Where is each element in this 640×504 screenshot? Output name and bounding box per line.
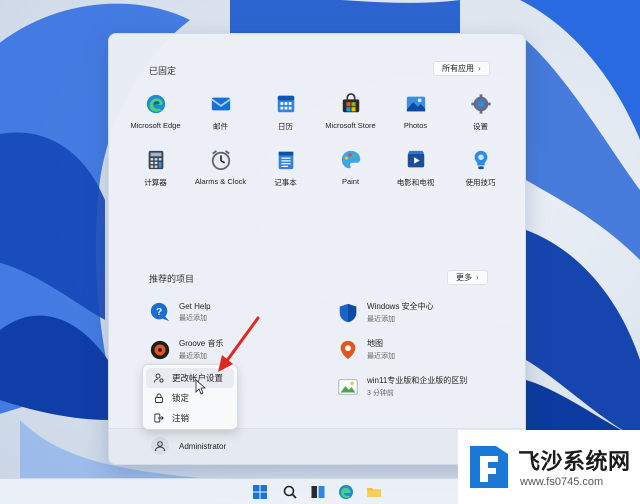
- menu-item-lock[interactable]: 锁定: [146, 388, 234, 408]
- recommended-item-groove-music[interactable]: Groove 音乐 最近添加: [149, 338, 223, 361]
- sign-out-icon: [154, 413, 164, 423]
- pinned-app-notepad[interactable]: 记事本: [253, 148, 318, 204]
- app-label: 邮件: [213, 122, 228, 131]
- settings-icon: [470, 94, 491, 114]
- pinned-app-photos[interactable]: Photos: [383, 92, 448, 148]
- pinned-app-calendar[interactable]: 日历: [253, 92, 318, 148]
- user-account-button[interactable]: Administrator: [151, 437, 226, 455]
- recommended-name: win11专业版和企业版的区别: [367, 376, 468, 385]
- recommended-subtitle: 最近添加: [367, 353, 395, 360]
- windows-start-icon[interactable]: [252, 484, 268, 500]
- menu-item-label: 更改帐户设置: [172, 373, 224, 383]
- pinned-app-store[interactable]: Microsoft Store: [318, 92, 383, 148]
- pinned-app-calculator[interactable]: 计算器: [123, 148, 188, 204]
- pinned-apps-grid: Microsoft Edge 邮件 日历 Microsoft Store Pho…: [123, 92, 513, 204]
- pinned-app-alarms[interactable]: Alarms & Clock: [188, 148, 253, 204]
- recommended-name: Get Help: [179, 301, 211, 311]
- pinned-app-edge[interactable]: Microsoft Edge: [123, 92, 188, 148]
- pinned-section-title: 已固定: [149, 66, 177, 76]
- account-settings-icon: [154, 373, 164, 383]
- recommended-name: Windows 安全中心: [367, 302, 434, 311]
- recommended-name: 地图: [367, 339, 383, 348]
- movies-icon: [407, 150, 424, 168]
- watermark-url: www.fs0745.com: [520, 476, 604, 488]
- menu-item-label: 锁定: [172, 393, 190, 403]
- account-context-menu: 更改帐户设置 锁定 注销: [142, 364, 238, 430]
- app-label: 计算器: [144, 178, 167, 187]
- recommended-item-maps[interactable]: 地图 最近添加: [337, 338, 395, 361]
- lock-icon: [155, 393, 163, 403]
- maps-icon: [340, 340, 356, 359]
- recommended-subtitle: 最近添加: [367, 316, 395, 323]
- recommended-name: Groove 音乐: [179, 339, 224, 348]
- app-label: Microsoft Edge: [130, 121, 181, 130]
- recommended-subtitle: 3 分钟前: [367, 390, 394, 397]
- recommended-subtitle: 最近添加: [179, 353, 207, 360]
- recommended-item-get-help[interactable]: ? Get Help 最近添加: [149, 301, 211, 323]
- app-label: 设置: [473, 122, 488, 131]
- avatar: [151, 437, 169, 455]
- task-view-icon[interactable]: [310, 484, 326, 500]
- app-label: Microsoft Store: [325, 121, 376, 130]
- user-name: Administrator: [179, 441, 227, 451]
- app-label: 电影和电视: [396, 178, 435, 187]
- photos-icon: [406, 96, 425, 112]
- calculator-icon: [148, 150, 163, 170]
- file-explorer-icon[interactable]: [366, 484, 382, 500]
- recommended-item-windows-security[interactable]: Windows 安全中心 最近添加: [337, 301, 434, 324]
- menu-item-label: 注销: [172, 413, 190, 423]
- app-label: 记事本: [274, 178, 297, 187]
- recommended-section-title: 推荐的项目: [149, 274, 195, 284]
- more-label: 更多: [456, 273, 472, 282]
- pinned-app-movies[interactable]: 电影和电视: [383, 148, 448, 204]
- user-icon: [155, 441, 165, 452]
- groove-music-icon: [150, 340, 170, 359]
- chevron-right-icon: ›: [478, 64, 481, 73]
- windows-security-icon: [339, 303, 357, 322]
- app-label: Photos: [403, 121, 428, 130]
- get-help-icon: ?: [150, 302, 170, 322]
- edge-taskbar-icon[interactable]: [338, 484, 354, 500]
- tips-icon: [474, 150, 487, 170]
- chevron-right-icon: ›: [476, 273, 479, 282]
- mail-icon: [210, 97, 231, 111]
- svg-text:?: ?: [156, 307, 162, 318]
- app-label: 使用技巧: [465, 178, 496, 187]
- pinned-app-tips[interactable]: 使用技巧: [448, 148, 513, 204]
- app-label: 日历: [278, 122, 293, 131]
- app-label: Paint: [341, 177, 360, 186]
- pinned-app-mail[interactable]: 邮件: [188, 92, 253, 148]
- menu-item-change-account-settings[interactable]: 更改帐户设置: [146, 368, 234, 388]
- recommended-subtitle: 最近添加: [179, 314, 207, 322]
- image-file-icon: [338, 378, 358, 395]
- pinned-app-paint[interactable]: Paint: [318, 148, 383, 204]
- clock-icon: [211, 150, 230, 171]
- pinned-app-settings[interactable]: 设置: [448, 92, 513, 148]
- recommended-item-image-file[interactable]: win11专业版和企业版的区别 3 分钟前: [337, 375, 467, 398]
- watermark-title: 飞沙系统网: [518, 450, 631, 475]
- all-apps-button[interactable]: 所有应用 ›: [433, 61, 490, 76]
- edge-icon: [146, 94, 165, 114]
- paint-icon: [341, 150, 360, 169]
- notepad-icon: [278, 151, 293, 170]
- more-button[interactable]: 更多 ›: [447, 270, 488, 285]
- search-icon[interactable]: [282, 484, 298, 500]
- app-label: Alarms & Clock: [194, 177, 247, 186]
- watermark-logo-icon: [470, 446, 508, 488]
- store-icon: [342, 93, 359, 113]
- menu-item-sign-out[interactable]: 注销: [146, 408, 234, 428]
- site-watermark: 飞沙系统网 www.fs0745.com: [458, 430, 640, 504]
- all-apps-label: 所有应用: [442, 64, 474, 73]
- calendar-icon: [277, 95, 294, 113]
